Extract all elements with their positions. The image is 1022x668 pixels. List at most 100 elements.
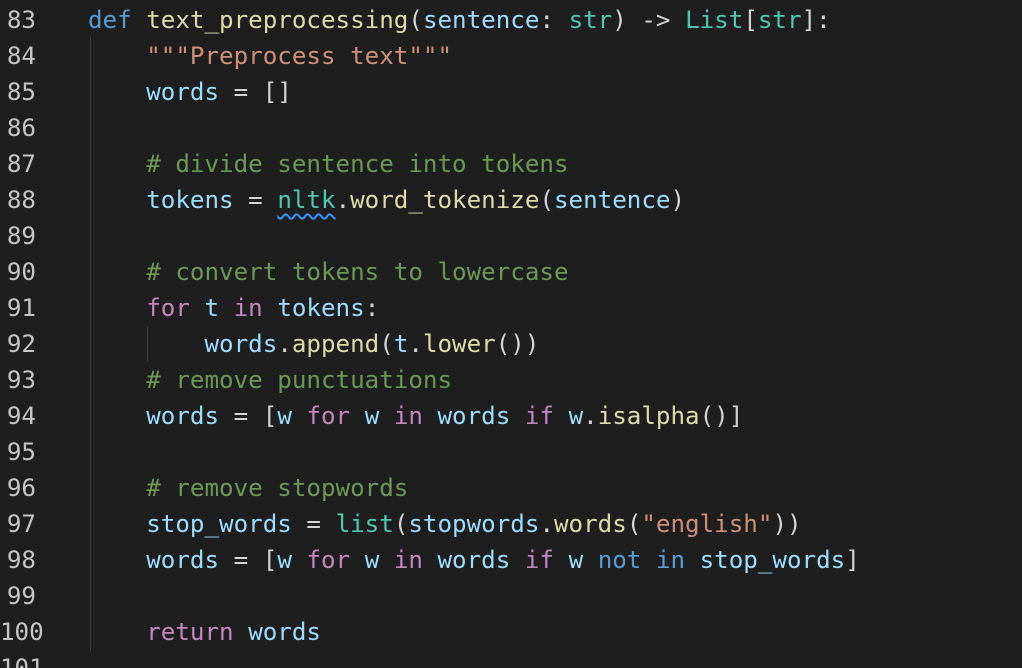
- line-number: 86: [6, 114, 36, 142]
- code-token: for: [146, 294, 190, 322]
- code-line[interactable]: 90 # convert tokens to lowercase: [0, 254, 1022, 290]
- code-token: (: [393, 510, 409, 538]
- code-text: words = [w for w in words if w not in st…: [88, 542, 860, 578]
- code-text: # convert tokens to lowercase: [88, 254, 568, 290]
- code-token: w: [364, 546, 380, 574]
- code-line[interactable]: 85 words = []: [0, 74, 1022, 110]
- code-token: List: [685, 6, 744, 34]
- code-line[interactable]: 88 tokens = nltk.word_tokenize(sentence): [0, 182, 1022, 218]
- code-text: # remove stopwords: [88, 470, 408, 506]
- code-line[interactable]: 95: [0, 434, 1022, 470]
- code-line[interactable]: 91 for t in tokens:: [0, 290, 1022, 326]
- code-token: (: [539, 186, 554, 214]
- code-token: "english": [641, 510, 773, 538]
- line-number: 88: [6, 186, 36, 214]
- code-text: words = [w for w in words if w.isalpha()…: [88, 398, 743, 434]
- code-token: .: [277, 330, 292, 358]
- code-token: in: [393, 402, 423, 430]
- code-token: def: [88, 6, 132, 34]
- line-number: 85: [6, 78, 36, 106]
- code-line[interactable]: 99: [0, 578, 1022, 614]
- code-text: for t in tokens:: [88, 290, 379, 326]
- code-text: tokens = nltk.word_tokenize(sentence): [88, 182, 685, 218]
- line-number: 95: [6, 438, 36, 466]
- code-token: if: [524, 546, 554, 574]
- code-token: )): [772, 510, 802, 538]
- code-text: stop_words = list(stopwords.words("engli…: [88, 506, 802, 542]
- code-token: ()]: [699, 402, 744, 430]
- code-editor[interactable]: 83 def text_preprocessing(sentence: str) …: [0, 0, 1022, 668]
- code-token: :: [539, 6, 569, 34]
- code-token: stop_words: [699, 546, 846, 574]
- code-text: words = []: [88, 74, 292, 110]
- code-line[interactable]: 96 # remove stopwords: [0, 470, 1022, 506]
- code-token: stopwords: [408, 510, 540, 538]
- code-token: if: [524, 402, 554, 430]
- code-line[interactable]: 101: [0, 650, 1022, 668]
- code-token: list: [335, 510, 394, 538]
- code-token: t: [204, 294, 220, 322]
- code-token: """Preprocess text""": [146, 42, 453, 70]
- code-token: t: [393, 330, 409, 358]
- code-line[interactable]: 89: [0, 218, 1022, 254]
- code-token: (: [626, 510, 642, 538]
- code-text: """Preprocess text""": [88, 38, 452, 74]
- code-token: for: [306, 402, 351, 430]
- code-text: def text_preprocessing(sentence: str) ->…: [88, 2, 831, 38]
- line-number: 99: [6, 582, 36, 610]
- code-line[interactable]: 94 words = [w for w in words if w.isalph…: [0, 398, 1022, 434]
- code-token: = [: [219, 546, 278, 574]
- code-line[interactable]: 87 # divide sentence into tokens: [0, 146, 1022, 182]
- code-line[interactable]: 98 words = [w for w in words if w not in…: [0, 542, 1022, 578]
- code-token: (: [408, 6, 423, 34]
- code-token: tokens: [146, 186, 234, 214]
- code-token: str: [568, 6, 613, 34]
- code-token: # divide sentence into tokens: [146, 150, 569, 178]
- code-line[interactable]: 83 def text_preprocessing(sentence: str) …: [0, 2, 1022, 38]
- code-token: :: [364, 294, 380, 322]
- code-token: in: [393, 546, 423, 574]
- code-line[interactable]: 92 words.append(t.lower()): [0, 326, 1022, 362]
- code-token: ]: [845, 546, 860, 574]
- code-token: words: [146, 546, 220, 574]
- line-number: 101: [0, 654, 44, 668]
- line-number: 84: [6, 42, 36, 70]
- code-token: word_tokenize: [350, 186, 540, 214]
- code-line[interactable]: 84 """Preprocess text""": [0, 38, 1022, 74]
- code-line[interactable]: 97 stop_words = list(stopwords.words("en…: [0, 506, 1022, 542]
- code-token: append: [291, 330, 380, 358]
- code-token: # remove punctuations: [146, 366, 453, 394]
- line-number: 90: [6, 258, 36, 286]
- code-line[interactable]: 93 # remove punctuations: [0, 362, 1022, 398]
- code-line[interactable]: 100 return words: [0, 614, 1022, 650]
- code-token: w: [277, 546, 292, 574]
- code-token: in: [233, 294, 263, 322]
- code-token: w: [277, 402, 292, 430]
- code-token: str: [757, 6, 802, 34]
- code-token: words: [437, 546, 511, 574]
- code-line[interactable]: 86: [0, 110, 1022, 146]
